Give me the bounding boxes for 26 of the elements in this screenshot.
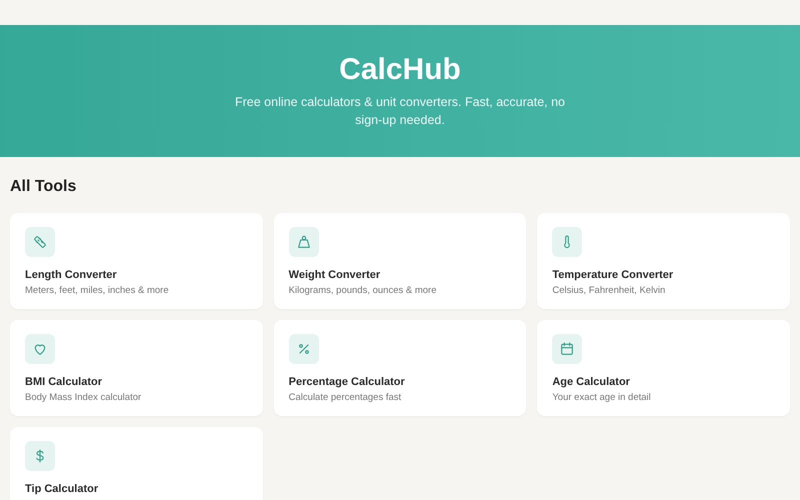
tool-title: Age Calculator	[552, 375, 631, 389]
tool-title: Weight Converter	[288, 268, 382, 282]
site-title: CalcHub	[339, 52, 461, 88]
tool-card[interactable]: Length Converter Meters, feet, miles, inches & more	[10, 213, 263, 309]
tool-description: Meters, feet, miles, inches & more	[25, 285, 170, 297]
tool-card[interactable]: Percentage Calculator Calculate percentages fast	[274, 320, 526, 416]
section-heading: All Tools	[10, 177, 78, 197]
calendar-icon	[559, 341, 576, 357]
weight-icon	[296, 234, 312, 250]
tool-title: Temperature Converter	[552, 268, 674, 282]
ruler-icon	[32, 234, 48, 250]
tool-card[interactable]: Weight Converter Kilograms, pounds, ounces & more	[274, 213, 526, 309]
tool-title: Length Converter	[25, 268, 118, 282]
tool-title: Tip Calculator	[25, 482, 100, 496]
tool-card[interactable]: Temperature Converter Celsius, Fahrenheit, Kelvin	[537, 213, 790, 309]
tool-description: Calculate percentages fast	[288, 392, 402, 404]
tool-card[interactable]: BMI Calculator Body Mass Index calculator	[10, 320, 263, 416]
tool-title: Percentage Calculator	[288, 375, 406, 389]
tool-title: BMI Calculator	[25, 375, 104, 389]
tool-card[interactable]: Age Calculator Your exact age in detail	[537, 320, 790, 416]
tool-description: Kilograms, pounds, ounces & more	[288, 285, 438, 297]
tool-description: Celsius, Fahrenheit, Kelvin	[552, 285, 666, 297]
tool-description: Body Mass Index calculator	[25, 392, 142, 404]
tool-description: Your exact age in detail	[552, 392, 652, 404]
tool-card[interactable]: Tip Calculator	[10, 427, 263, 500]
site-tagline: Free online calculators & unit converters. Fast, accurate, no sign-up needed.	[234, 94, 566, 129]
